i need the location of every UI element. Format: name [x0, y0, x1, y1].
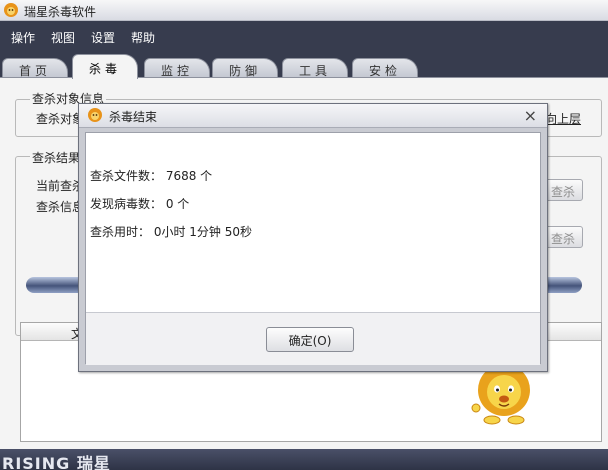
window-titlebar: 瑞星杀毒软件 — [0, 0, 608, 21]
up-level-link[interactable]: 向上层 — [545, 110, 581, 127]
files-scanned-text: 查杀文件数： 7688 个 — [90, 169, 213, 183]
tab-defense[interactable]: 防御 — [212, 58, 278, 78]
time-used-text: 查杀用时： 0小时 1分钟 50秒 — [90, 225, 252, 239]
rising-lion-icon — [88, 108, 102, 122]
viruses-found-text: 发现病毒数： 0 个 — [90, 197, 190, 211]
ok-button[interactable]: 确定(O) — [266, 327, 354, 352]
close-icon[interactable]: × — [524, 106, 537, 125]
scan-button-disabled-1[interactable]: 查杀 — [543, 179, 583, 201]
scan-button-disabled-2[interactable]: 查杀 — [543, 226, 583, 248]
tab-monitor[interactable]: 监控 — [144, 58, 210, 78]
menu-help[interactable]: 帮助 — [131, 29, 155, 46]
scan-complete-dialog: 杀毒结束 × 查杀文件数： 7688 个 发现病毒数： 0 个 查杀用时： 0小… — [78, 103, 548, 372]
dialog-footer: 确定(O) — [86, 312, 540, 365]
tab-antivirus[interactable]: 杀毒 — [72, 54, 138, 79]
scan-result-group-title: 查杀结果 — [30, 149, 83, 166]
window-title: 瑞星杀毒软件 — [24, 5, 97, 19]
menu-operation[interactable]: 操作 — [11, 29, 35, 46]
rising-lion-icon — [4, 3, 18, 17]
current-scan-label: 当前查杀 — [36, 179, 85, 193]
tab-bar: 首页 杀毒 监控 防御 工具 安检 — [0, 51, 608, 79]
scan-target-label: 查杀对象 — [36, 112, 85, 126]
menu-view[interactable]: 视图 — [51, 29, 75, 46]
footer-bar: RISING 瑞星 — [0, 449, 608, 470]
menu-bar: 操作 视图 设置 帮助 — [0, 21, 608, 51]
menu-settings[interactable]: 设置 — [91, 29, 115, 46]
tab-tools[interactable]: 工具 — [282, 58, 348, 78]
dialog-title: 杀毒结束 — [109, 110, 158, 124]
tab-home[interactable]: 首页 — [2, 58, 68, 78]
tab-security-check[interactable]: 安检 — [352, 58, 418, 78]
dialog-body: 查杀文件数： 7688 个 发现病毒数： 0 个 查杀用时： 0小时 1分钟 5… — [85, 132, 541, 365]
rising-brand-logo: RISING 瑞星 — [2, 454, 111, 470]
dialog-titlebar: 杀毒结束 × — [79, 104, 547, 128]
scan-info-label: 查杀信息 — [36, 200, 85, 214]
